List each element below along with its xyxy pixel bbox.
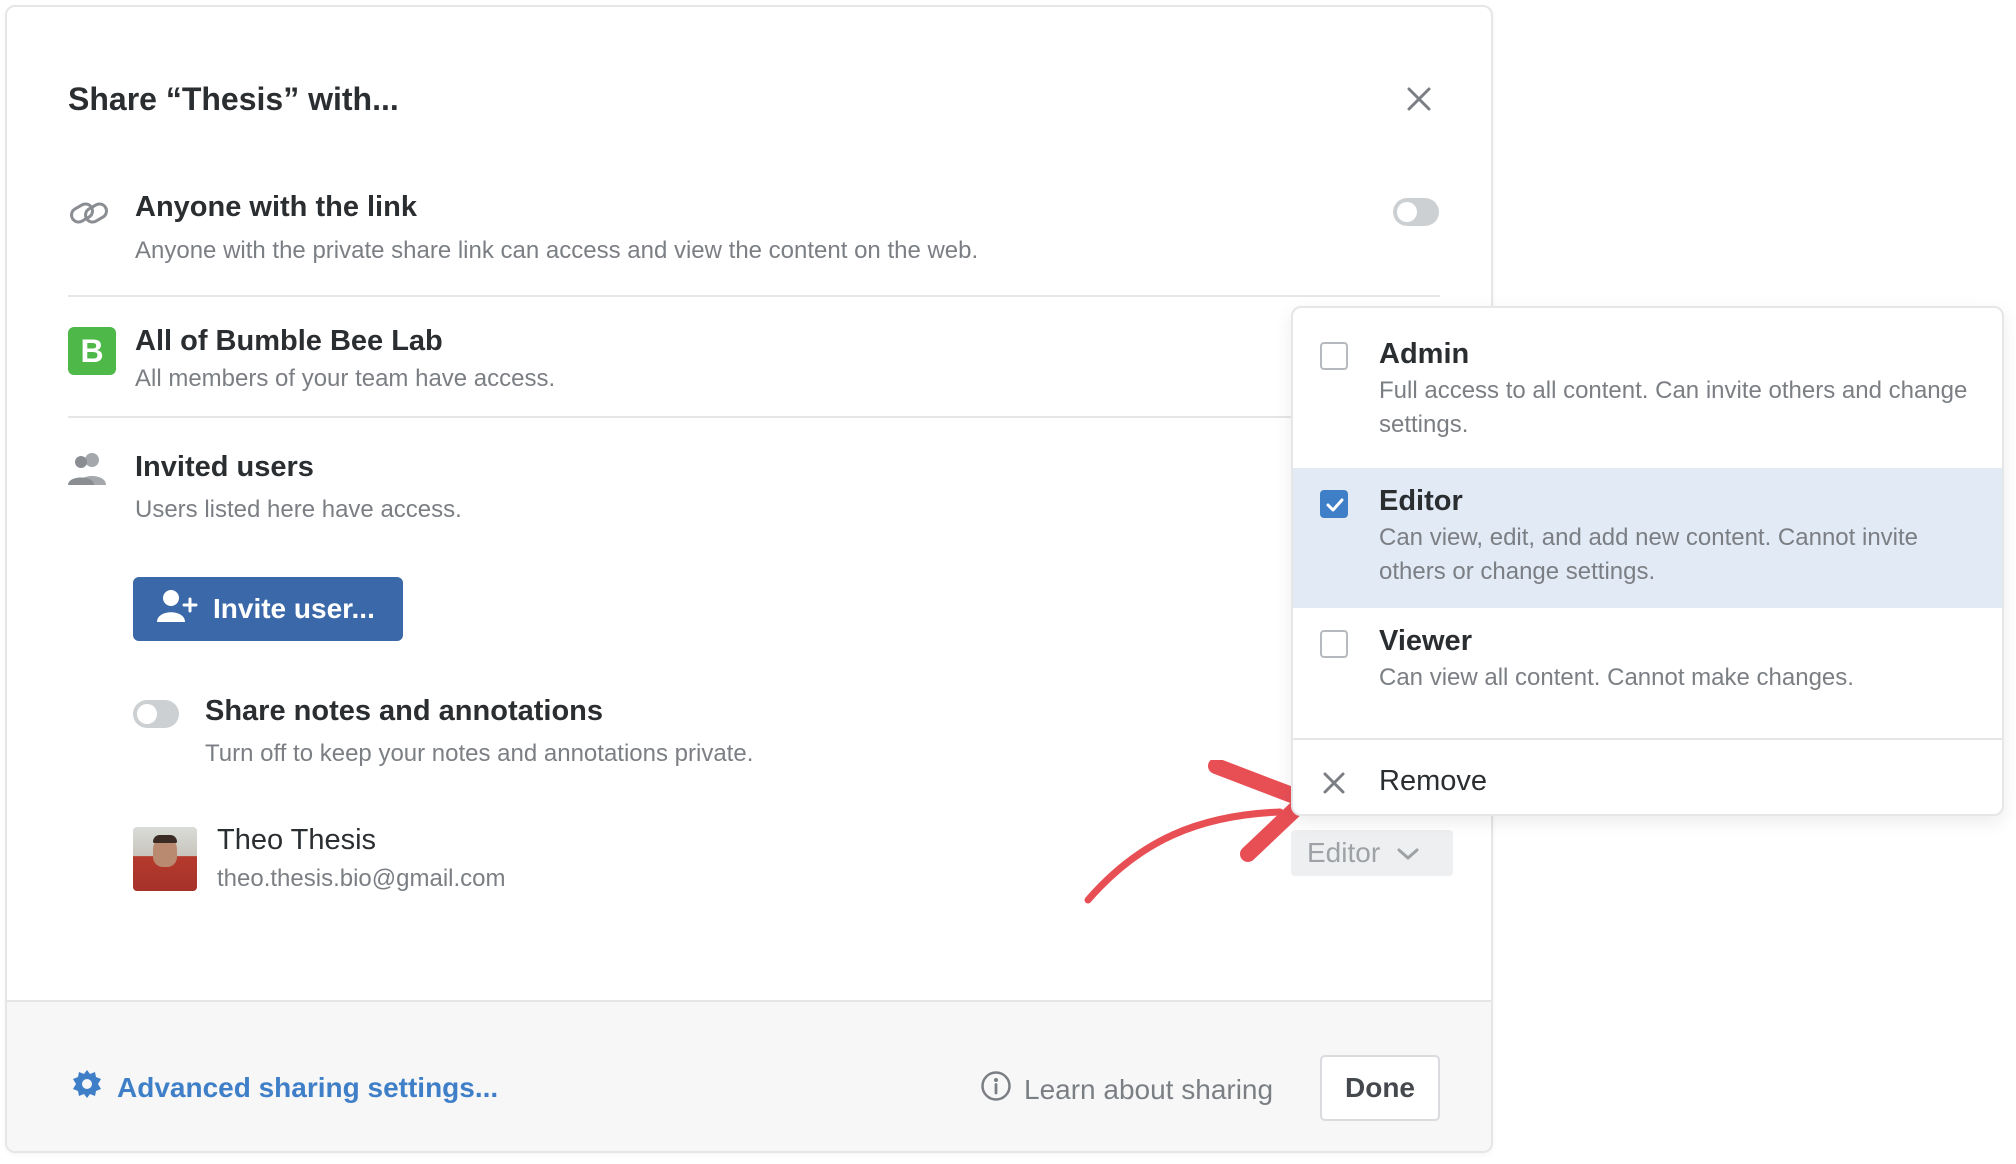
- advanced-sharing-link[interactable]: Advanced sharing settings...: [71, 1068, 498, 1107]
- role-option-title: Admin: [1379, 338, 1470, 370]
- team-title: All of Bumble Bee Lab: [135, 325, 443, 357]
- share-notes-title: Share notes and annotations: [205, 695, 603, 727]
- invited-users-title: Invited users: [135, 451, 314, 483]
- role-option-admin[interactable]: Admin Full access to all content. Can in…: [1293, 308, 2002, 468]
- team-badge: B: [68, 327, 116, 375]
- role-option-editor[interactable]: Editor Can view, edit, and add new conte…: [1293, 468, 2002, 608]
- role-option-viewer[interactable]: Viewer Can view all content. Cannot make…: [1293, 608, 2002, 740]
- advanced-sharing-label: Advanced sharing settings...: [117, 1071, 499, 1103]
- dialog-title: Share “Thesis” with...: [68, 81, 399, 117]
- role-dropdown-menu: Admin Full access to all content. Can in…: [1291, 306, 2004, 816]
- done-button[interactable]: Done: [1320, 1055, 1440, 1121]
- user-name: Theo Thesis: [217, 824, 377, 856]
- share-dialog: Share “Thesis” with... Anyone with the l…: [5, 5, 1493, 1153]
- role-option-description: Full access to all content. Can invite o…: [1379, 377, 1968, 438]
- share-notes-toggle[interactable]: [133, 700, 179, 728]
- check-icon: [1326, 498, 1344, 512]
- chevron-down-icon: [1396, 837, 1420, 869]
- share-notes-description: Turn off to keep your notes and annotati…: [205, 740, 754, 767]
- viewer-checkbox[interactable]: [1320, 630, 1348, 658]
- close-icon[interactable]: [1399, 79, 1439, 119]
- learn-about-sharing-label: Learn about sharing: [1024, 1073, 1274, 1105]
- role-option-title: Viewer: [1379, 625, 1472, 657]
- team-description: All members of your team have access.: [135, 365, 556, 392]
- admin-checkbox[interactable]: [1320, 342, 1348, 370]
- learn-about-sharing-link[interactable]: Learn about sharing: [980, 1070, 1273, 1109]
- users-icon: [68, 451, 112, 487]
- info-icon: [980, 1070, 1012, 1109]
- editor-checkbox[interactable]: [1320, 490, 1348, 518]
- annotation-arrow-icon: [1084, 760, 1313, 904]
- dialog-footer: Advanced sharing settings... Learn about…: [7, 1000, 1491, 1151]
- invite-user-label: Invite user...: [213, 593, 375, 624]
- user-email: theo.thesis.bio@gmail.com: [217, 865, 506, 892]
- close-icon: [1319, 768, 1349, 798]
- link-share-title: Anyone with the link: [135, 191, 417, 223]
- link-icon: [68, 195, 112, 231]
- invite-user-button[interactable]: Invite user...: [133, 577, 403, 641]
- link-share-description: Anyone with the private share link can a…: [135, 237, 979, 264]
- remove-label: Remove: [1379, 765, 1487, 797]
- role-option-description: Can view all content. Cannot make change…: [1379, 664, 1854, 691]
- link-share-toggle[interactable]: [1393, 198, 1439, 226]
- add-user-icon: [157, 589, 199, 630]
- gear-icon: [71, 1068, 103, 1107]
- divider: [68, 416, 1440, 418]
- invited-users-description: Users listed here have access.: [135, 496, 462, 523]
- role-option-description: Can view, edit, and add new content. Can…: [1379, 524, 1919, 585]
- avatar: [133, 827, 197, 891]
- role-option-title: Editor: [1379, 485, 1463, 517]
- divider: [68, 295, 1440, 297]
